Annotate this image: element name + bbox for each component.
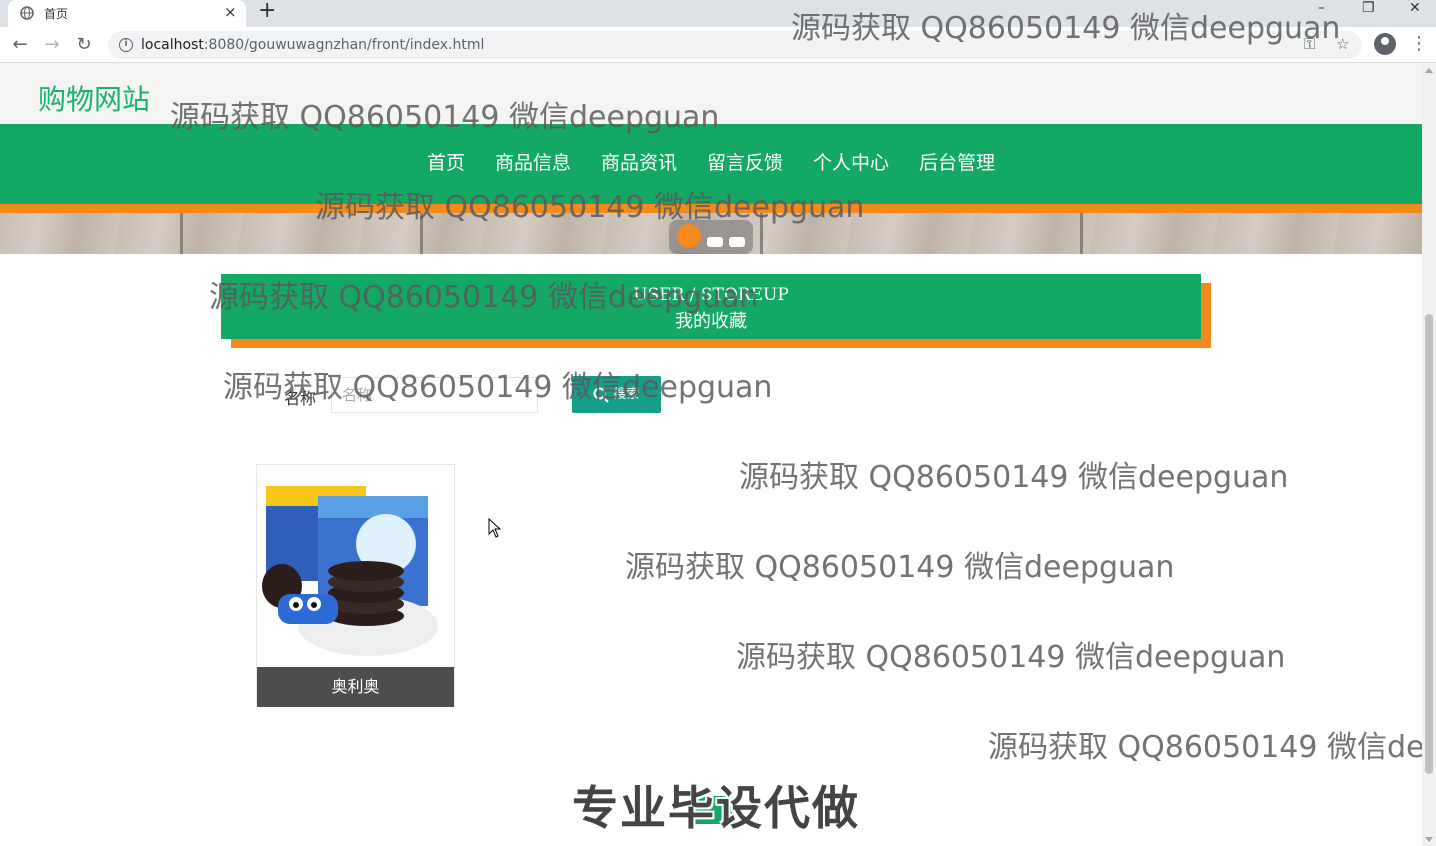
watermark-text: 源码获取 QQ86050149 微信deepguan xyxy=(223,370,773,405)
carousel-dot-active[interactable] xyxy=(677,224,701,248)
product-card[interactable]: 奥利奥 xyxy=(256,464,455,707)
restore-icon[interactable]: ❐ xyxy=(1362,0,1375,16)
nav-item-home[interactable]: 首页 xyxy=(427,148,465,175)
forward-arrow-icon[interactable]: → xyxy=(40,33,64,57)
scroll-down-arrow-icon[interactable] xyxy=(1425,837,1433,842)
new-tab-icon[interactable]: + xyxy=(258,0,276,22)
watermark-text: 源码获取 QQ86050149 微信deepguan xyxy=(791,11,1341,46)
nav-item-news[interactable]: 商品资讯 xyxy=(601,148,677,175)
reload-icon[interactable]: ↻ xyxy=(72,33,96,57)
watermark-text: 源码获取 QQ86050149 微信deepguan xyxy=(625,550,1175,585)
watermark-text: 源码获取 QQ86050149 微信deepguan xyxy=(739,460,1289,495)
web-page: 购物网站 首页 商品信息 商品资讯 留言反馈 个人中心 后台管理 USER / … xyxy=(0,64,1422,846)
nav-item-profile[interactable]: 个人中心 xyxy=(813,148,889,175)
banner-plank xyxy=(180,213,183,254)
oreo-product-illustration xyxy=(262,486,438,656)
watermark-text: 源码获取 QQ86050149 微信deepguan xyxy=(170,100,720,135)
promo-banner-text: 专业毕设代做 xyxy=(572,781,860,835)
nav-item-feedback[interactable]: 留言反馈 xyxy=(707,148,783,175)
profile-avatar-icon[interactable] xyxy=(1374,33,1396,55)
kebab-menu-icon[interactable]: ⋮ xyxy=(1410,33,1428,54)
nav-item-admin[interactable]: 后台管理 xyxy=(919,148,995,175)
watermark-text: 源码获取 QQ86050149 微信deepguan xyxy=(736,640,1286,675)
nav-item-products[interactable]: 商品信息 xyxy=(495,148,571,175)
info-icon[interactable]: i xyxy=(119,38,133,52)
product-image[interactable] xyxy=(258,466,454,666)
back-arrow-icon[interactable]: ← xyxy=(8,33,32,57)
watermark-text: 源码获取 QQ86050149 微信deepguan xyxy=(988,730,1422,765)
carousel-dot[interactable] xyxy=(729,237,745,247)
close-window-icon[interactable]: ✕ xyxy=(1409,0,1421,16)
watermark-text: 源码获取 QQ86050149 微信deepguan xyxy=(209,280,759,315)
site-logo[interactable]: 购物网站 xyxy=(38,78,150,118)
scroll-up-arrow-icon[interactable] xyxy=(1425,68,1433,73)
watermark-text: 源码获取 QQ86050149 微信deepguan xyxy=(315,190,865,225)
tab-title: 首页 xyxy=(44,7,69,21)
url-host: localhost xyxy=(141,37,204,53)
scrollbar-thumb[interactable] xyxy=(1425,314,1433,774)
globe-icon xyxy=(20,6,34,20)
product-name[interactable]: 奥利奥 xyxy=(257,667,454,707)
carousel-dot[interactable] xyxy=(707,237,723,247)
url-path: :8080/gouwuwagnzhan/front/index.html xyxy=(203,37,485,53)
url-text[interactable]: localhost:8080/gouwuwagnzhan/front/index… xyxy=(141,37,484,53)
nav-menu: 首页 商品信息 商品资讯 留言反馈 个人中心 后台管理 xyxy=(0,148,1422,175)
close-tab-icon[interactable]: × xyxy=(224,3,237,21)
page-scrollbar[interactable] xyxy=(1422,64,1436,846)
mouse-cursor-icon xyxy=(488,518,502,538)
browser-tab[interactable]: 首页 × xyxy=(8,0,246,27)
banner-plank xyxy=(1080,213,1083,254)
